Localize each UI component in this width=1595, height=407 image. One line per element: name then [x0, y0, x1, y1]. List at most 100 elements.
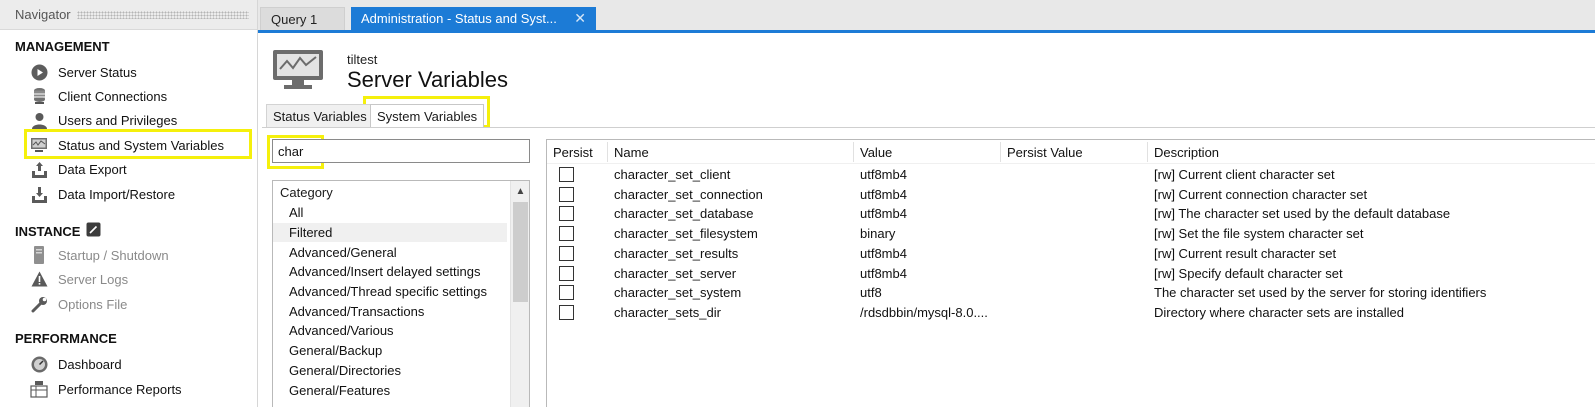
cell-name: character_set_database [614, 206, 754, 222]
cell-value: /rdsdbbin/mysql-8.0.... [860, 304, 988, 320]
tab-status-variables[interactable]: Status Variables [266, 104, 374, 128]
section-performance: PERFORMANCE [15, 331, 117, 346]
column-header-persist[interactable]: Persist [553, 145, 593, 160]
section-instance: INSTANCE [15, 222, 101, 240]
table-row[interactable]: character_set_connection utf8mb4 [rw] Curr… [547, 185, 1595, 205]
column-header-value[interactable]: Value [860, 145, 892, 160]
nav-item-users-and-privileges[interactable]: Users and Privileges [30, 108, 177, 132]
navigator-title: Navigator [15, 7, 71, 22]
section-management: MANAGEMENT [15, 39, 110, 54]
column-header-name[interactable]: Name [614, 145, 649, 160]
nav-item-label: Dashboard [58, 356, 122, 372]
nav-item-label: Server Logs [58, 271, 129, 287]
instance-settings-icon[interactable] [86, 222, 101, 240]
column-separator[interactable] [853, 142, 854, 162]
nav-item-label: Client Connections [58, 88, 168, 104]
category-list[interactable]: Category All Filtered Advanced/General A… [272, 180, 530, 407]
table-row[interactable]: character_set_client utf8mb4 [rw] Current … [547, 165, 1595, 185]
cell-value: utf8mb4 [860, 206, 907, 222]
table-row[interactable]: character_set_results utf8mb4 [rw] Current… [547, 244, 1595, 264]
cell-value: utf8mb4 [860, 265, 907, 281]
tab-underline [258, 30, 1595, 33]
host-name: tiltest [347, 52, 378, 67]
variables-table: Persist Name Value Persist Value Descrip… [546, 139, 1595, 407]
cell-name: character_set_filesystem [614, 226, 758, 242]
category-item[interactable]: General/Directories [273, 361, 529, 381]
cell-description: [rw] Specify default character set [1154, 265, 1343, 281]
nav-item-label: Performance Reports [58, 381, 182, 397]
database-connections-icon [30, 87, 48, 105]
nav-item-label: Users and Privileges [58, 112, 178, 128]
persist-checkbox[interactable] [559, 167, 574, 182]
warning-icon [30, 270, 48, 288]
column-separator[interactable] [1000, 142, 1001, 162]
document-tab-bar: Query 1 Administration - Status and Syst… [258, 0, 1595, 33]
persist-checkbox[interactable] [559, 285, 574, 301]
tab-system-variables[interactable]: System Variables [370, 104, 485, 128]
cell-description: [rw] Current client character set [1154, 167, 1335, 182]
filter-input[interactable] [272, 139, 530, 163]
navigator-panel: Navigator MANAGEMENT Server Status Clien… [0, 0, 258, 407]
table-row[interactable]: character_set_system utf8 The character se… [547, 283, 1595, 303]
close-icon[interactable]: ✕ [574, 10, 586, 27]
persist-checkbox[interactable] [559, 304, 574, 320]
cell-name: character_set_system [614, 285, 742, 301]
page-title: Server Variables [347, 67, 508, 92]
nav-item-options-file[interactable]: Options File [30, 292, 127, 316]
nav-item-data-import-restore[interactable]: Data Import/Restore [30, 182, 175, 206]
category-item[interactable]: Advanced/Insert delayed settings [273, 262, 529, 282]
nav-item-label: Data Import/Restore [58, 186, 176, 202]
column-header-persist-value[interactable]: Persist Value [1007, 145, 1083, 160]
table-row[interactable]: character_set_database utf8mb4 [rw] The ch… [547, 204, 1595, 224]
cell-description: Directory where character sets are insta… [1154, 304, 1404, 320]
persist-checkbox[interactable] [559, 245, 574, 261]
table-row[interactable]: character_sets_dir/rdsdbbin/mysql-8.0...… [547, 303, 1595, 323]
category-item[interactable]: Advanced/Various [273, 321, 529, 341]
category-item-selected[interactable]: Filtered [273, 222, 507, 243]
nav-item-client-connections[interactable]: Client Connections [30, 84, 167, 108]
persist-checkbox[interactable] [559, 206, 574, 222]
persist-checkbox[interactable] [559, 226, 574, 242]
column-separator[interactable] [607, 142, 608, 162]
nav-item-dashboard[interactable]: Dashboard [30, 352, 122, 376]
reports-icon [30, 380, 48, 398]
divider [262, 127, 1595, 128]
table-row[interactable]: character_set_server utf8mb4 [rw] Specify … [547, 264, 1595, 284]
chevron-up-icon[interactable]: ▲ [511, 183, 529, 199]
nav-item-server-status[interactable]: Server Status [30, 60, 137, 84]
category-item[interactable]: Advanced/Transactions [273, 301, 529, 321]
nav-item-server-logs[interactable]: Server Logs [30, 267, 128, 291]
dashboard-icon [30, 355, 48, 373]
tab-administration[interactable]: Administration - Status and Syst... ✕ [351, 7, 596, 30]
column-separator[interactable] [1147, 142, 1148, 162]
cell-name: character_set_connection [614, 186, 763, 202]
nav-item-label: Data Export [58, 161, 127, 177]
navigator-header: Navigator [0, 0, 257, 30]
category-item[interactable]: Advanced/Thread specific settings [273, 282, 529, 302]
persist-checkbox[interactable] [559, 186, 574, 202]
nav-item-status-and-system-variables[interactable]: Status and System Variables [30, 133, 224, 157]
drag-grip[interactable] [76, 10, 249, 19]
tab-query-1[interactable]: Query 1 [260, 7, 345, 30]
category-item[interactable]: General/Backup [273, 341, 529, 361]
scrollbar-thumb[interactable] [513, 202, 528, 302]
cell-value: binary [860, 226, 896, 242]
nav-item-label: Options File [58, 296, 128, 312]
cell-name: character_sets_dir [614, 304, 721, 320]
category-item[interactable]: Advanced/General [273, 242, 529, 262]
nav-item-performance-reports[interactable]: Performance Reports [30, 377, 182, 401]
category-scrollbar[interactable]: ▲ [510, 181, 529, 407]
category-item[interactable]: General/Features [273, 380, 529, 400]
server-variables-icon [272, 49, 324, 94]
category-item[interactable]: All [273, 203, 529, 223]
nav-item-label: Server Status [58, 64, 137, 80]
persist-checkbox[interactable] [559, 265, 574, 281]
nav-item-startup-shutdown[interactable]: Startup / Shutdown [30, 243, 169, 267]
nav-item-data-export[interactable]: Data Export [30, 157, 127, 181]
cell-value: utf8mb4 [860, 167, 907, 182]
cell-name: character_set_results [614, 245, 739, 261]
tab-label: Query 1 [271, 11, 318, 27]
column-header-description[interactable]: Description [1154, 145, 1219, 160]
table-row[interactable]: character_set_filesystem binary [rw] Set t… [547, 224, 1595, 244]
table-header: Persist Name Value Persist Value Descrip… [547, 140, 1595, 164]
